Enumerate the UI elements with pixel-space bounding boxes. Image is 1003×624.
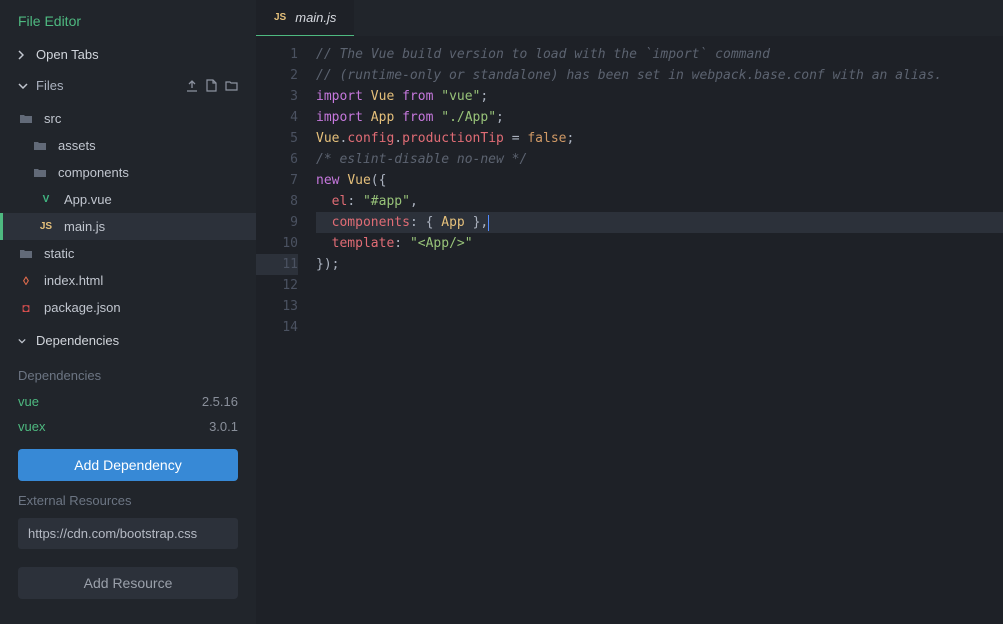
section-files[interactable]: Files — [0, 70, 256, 101]
tree-file-indexhtml[interactable]: ◊ index.html — [0, 267, 256, 294]
tree-file-packagejson[interactable]: ◘ package.json — [0, 294, 256, 321]
code-line[interactable]: components: { App }, — [316, 212, 1003, 233]
chevron-down-icon — [18, 83, 26, 89]
code-line[interactable]: import Vue from "vue"; — [316, 86, 1003, 107]
section-open-tabs[interactable]: Open Tabs — [0, 39, 256, 70]
line-number: 3 — [256, 86, 298, 107]
vue-file-icon: V — [38, 194, 54, 205]
line-number: 6 — [256, 149, 298, 170]
section-dependencies[interactable]: Dependencies — [0, 325, 256, 356]
dependency-name: vue — [18, 394, 39, 409]
tree-folder-src[interactable]: src — [0, 105, 256, 132]
line-number: 12 — [256, 275, 298, 296]
line-number: 11 — [256, 254, 298, 275]
tree-label: static — [44, 246, 74, 261]
chevron-right-icon — [18, 50, 26, 60]
html-file-icon: ◊ — [18, 274, 34, 288]
file-tree: src assets components V App.vue JS main.… — [0, 101, 256, 325]
line-number: 1 — [256, 44, 298, 65]
line-number: 13 — [256, 296, 298, 317]
tree-label: components — [58, 165, 129, 180]
folder-icon — [32, 140, 48, 151]
code-line[interactable]: Vue.config.productionTip = false; — [316, 128, 1003, 149]
code-line[interactable]: import App from "./App"; — [316, 107, 1003, 128]
code-line[interactable]: template: "<App/>" — [316, 233, 1003, 254]
tree-folder-assets[interactable]: assets — [0, 132, 256, 159]
js-file-icon: JS — [274, 12, 286, 23]
js-file-icon: JS — [38, 221, 54, 232]
code-line[interactable]: el: "#app", — [316, 191, 1003, 212]
chevron-down-icon — [18, 338, 26, 344]
tree-folder-components[interactable]: components — [0, 159, 256, 186]
new-folder-icon[interactable] — [225, 80, 238, 91]
code-line[interactable]: new Vue({ — [316, 170, 1003, 191]
add-resource-button[interactable]: Add Resource — [18, 567, 238, 599]
code-line[interactable]: // The Vue build version to load with th… — [316, 44, 1003, 65]
external-resources-label: External Resources — [0, 487, 256, 514]
code-content[interactable]: // The Vue build version to load with th… — [316, 44, 1003, 624]
add-dependency-button[interactable]: Add Dependency — [18, 449, 238, 481]
dependencies-panel: Dependencies vue 2.5.16 vuex 3.0.1 Add D… — [0, 356, 256, 609]
tree-folder-static[interactable]: static — [0, 240, 256, 267]
line-gutter: 1234567891011121314 — [256, 44, 316, 624]
new-file-icon[interactable] — [206, 79, 217, 92]
code-line[interactable]: /* eslint-disable no-new */ — [316, 149, 1003, 170]
line-number: 5 — [256, 128, 298, 149]
sidebar: File Editor Open Tabs Files src — [0, 0, 256, 624]
code-editor[interactable]: 1234567891011121314 // The Vue build ver… — [256, 36, 1003, 624]
line-number: 9 — [256, 212, 298, 233]
line-number: 7 — [256, 170, 298, 191]
tree-label: assets — [58, 138, 96, 153]
folder-icon — [18, 248, 34, 259]
tree-label: main.js — [64, 219, 105, 234]
tab-mainjs[interactable]: JS main.js — [256, 0, 354, 36]
files-label: Files — [36, 78, 63, 93]
tree-label: index.html — [44, 273, 103, 288]
dependency-row[interactable]: vuex 3.0.1 — [0, 414, 256, 439]
dependency-row[interactable]: vue 2.5.16 — [0, 389, 256, 414]
dependency-version: 2.5.16 — [202, 394, 238, 409]
main-area: JS main.js 1234567891011121314 // The Vu… — [256, 0, 1003, 624]
dependencies-label: Dependencies — [36, 333, 119, 348]
open-tabs-label: Open Tabs — [36, 47, 99, 62]
tab-filename: main.js — [295, 10, 336, 25]
external-resource-input[interactable] — [18, 518, 238, 549]
line-number: 8 — [256, 191, 298, 212]
dependency-version: 3.0.1 — [209, 419, 238, 434]
tree-label: App.vue — [64, 192, 112, 207]
dependency-name: vuex — [18, 419, 45, 434]
folder-open-icon — [18, 113, 34, 124]
tree-file-appvue[interactable]: V App.vue — [0, 186, 256, 213]
tree-label: src — [44, 111, 61, 126]
sidebar-title: File Editor — [0, 0, 256, 39]
code-line[interactable]: // (runtime-only or standalone) has been… — [316, 65, 1003, 86]
dependencies-sublabel: Dependencies — [0, 360, 256, 389]
folder-icon — [32, 167, 48, 178]
json-file-icon: ◘ — [18, 301, 34, 315]
line-number: 10 — [256, 233, 298, 254]
upload-icon[interactable] — [186, 80, 198, 92]
code-line[interactable]: }); — [316, 254, 1003, 275]
line-number: 4 — [256, 107, 298, 128]
tab-bar: JS main.js — [256, 0, 1003, 36]
tree-label: package.json — [44, 300, 121, 315]
line-number: 14 — [256, 317, 298, 338]
line-number: 2 — [256, 65, 298, 86]
tree-file-mainjs[interactable]: JS main.js — [0, 213, 256, 240]
